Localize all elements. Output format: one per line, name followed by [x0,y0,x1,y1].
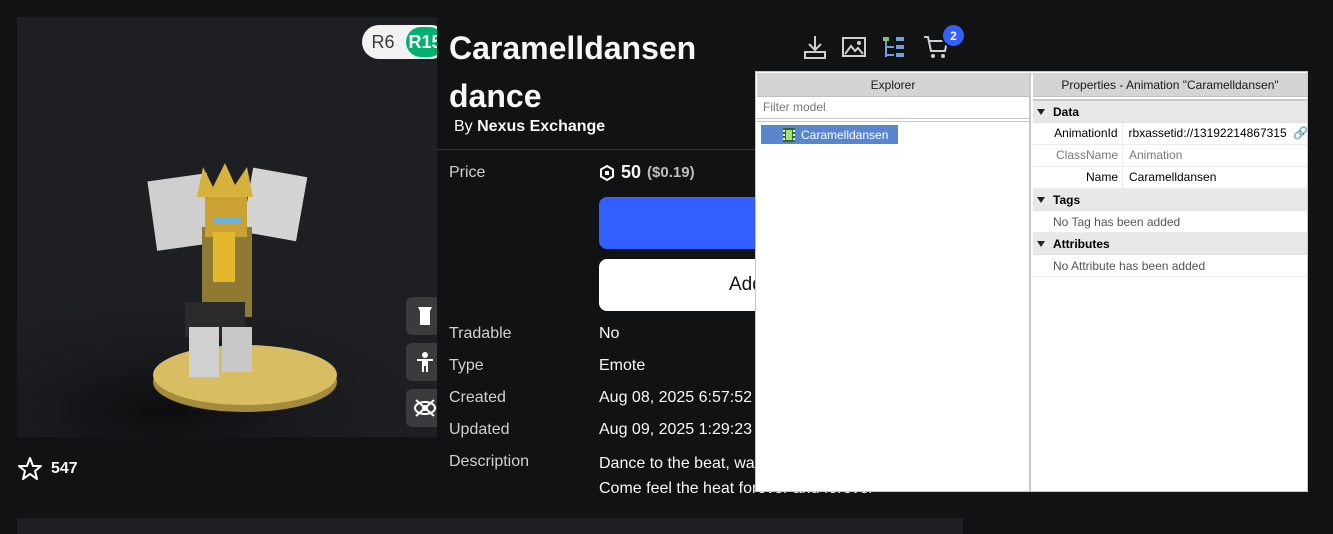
collapse-icon [1037,240,1045,247]
section-data[interactable]: Data [1033,101,1307,123]
try-on-button[interactable] [406,297,437,335]
created-value: Aug 08, 2025 6:57:52 PM [599,389,781,406]
section-tags-label: Tags [1053,192,1081,207]
explorer-panel: Explorer Filter model Caramelldansen [757,73,1031,491]
animation-icon [783,128,795,142]
item-title: Caramelldansen dance [449,30,697,114]
section-attributes-label: Attributes [1053,236,1110,251]
description-label: Description [449,453,530,470]
hide-accessories-button[interactable] [406,389,437,427]
updated-label: Updated [449,421,510,438]
section-attributes[interactable]: Attributes [1033,233,1307,255]
studio-panels: Explorer Filter model Caramelldansen Pro… [755,71,1308,492]
explorer-tree-icon[interactable] [880,33,908,61]
tree-item-caramelldansen[interactable]: Caramelldansen [761,125,898,144]
prop-key: Name [1033,167,1123,188]
avatar-view-button[interactable] [406,343,437,381]
download-icon[interactable] [801,33,829,61]
prop-row-name[interactable]: Name Caramelldansen [1033,167,1307,189]
prop-key: ClassName [1033,145,1123,166]
image-icon[interactable] [840,33,868,61]
properties-title: Properties - Animation "Caramelldansen" [1033,73,1307,97]
tradable-label: Tradable [449,325,512,342]
tradable-value: No [599,325,620,342]
properties-panel: Properties - Animation "Caramelldansen" … [1033,73,1307,491]
favorite-control[interactable]: 547 [17,456,78,482]
rig-type-toggle[interactable]: R6 R15 [362,25,437,59]
divider [437,149,767,150]
collapse-icon [1037,108,1045,115]
filter-model-input[interactable]: Filter model [757,97,1029,119]
price-label: Price [449,164,486,181]
no-attributes-message: No Attribute has been added [1033,255,1307,277]
robux-icon [600,164,614,181]
prop-row-animationid[interactable]: AnimationId rbxassetid://13192214867315 … [1033,123,1307,145]
section-tags[interactable]: Tags [1033,189,1307,211]
prop-row-classname: ClassName Animation [1033,145,1307,167]
updated-value: Aug 09, 2025 1:29:23 AM [599,421,780,438]
favorite-count: 547 [51,460,78,477]
person-icon [417,352,433,372]
link-icon[interactable]: 🔗 [1293,126,1307,140]
prop-value[interactable]: Caramelldansen [1123,167,1216,188]
type-value: Emote [599,357,646,374]
item-preview[interactable]: R6 R15 [17,17,437,437]
buy-button[interactable] [599,197,769,249]
prop-key: AnimationId [1033,123,1123,144]
prop-value: Animation [1129,148,1183,162]
type-label: Type [449,357,484,374]
tree-item-label: Caramelldansen [801,127,889,142]
r15-option[interactable]: R15 [406,27,437,57]
creator-byline: By Nexus Exchange [454,118,605,136]
avatar-render [17,163,437,437]
bottom-section [17,518,963,534]
no-tags-message: No Tag has been added [1033,211,1307,233]
price-usd: ($0.19) [647,164,695,181]
explorer-tree: Caramelldansen [757,121,1029,491]
creator-link[interactable]: Nexus Exchange [477,118,605,135]
collapse-icon [1037,196,1045,203]
price-robux: 50 [621,162,642,182]
shirt-icon [418,307,432,325]
created-label: Created [449,389,506,406]
explorer-title: Explorer [757,73,1029,97]
section-data-label: Data [1053,104,1080,119]
properties-body: Data AnimationId rbxassetid://1319221486… [1033,99,1307,277]
add-to-cart-button[interactable]: Add [599,259,769,311]
price-value: 50 ($0.19) [599,162,695,183]
prop-value[interactable]: rbxassetid://13192214867315 🔗 [1123,123,1307,144]
eye-slash-icon [414,399,436,417]
creator-prefix: By [454,118,473,135]
animation-id-text: rbxassetid://13192214867315 [1128,126,1287,140]
cart-count-badge: 2 [941,23,966,48]
r6-option[interactable]: R6 [362,32,404,53]
star-icon[interactable] [17,456,43,482]
